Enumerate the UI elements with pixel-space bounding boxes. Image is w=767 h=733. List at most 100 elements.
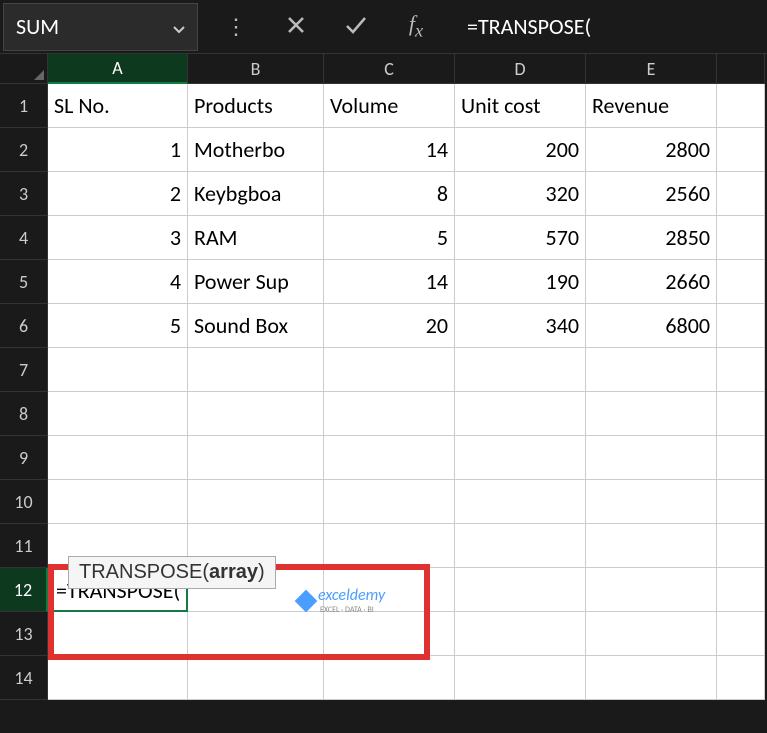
cell-E11[interactable]: [586, 524, 717, 568]
cell-C11[interactable]: [324, 524, 455, 568]
cell-A1[interactable]: SL No.: [48, 84, 188, 128]
cell-A3[interactable]: 2: [48, 172, 188, 216]
cell-C3[interactable]: 8: [324, 172, 455, 216]
cell-C4[interactable]: 5: [324, 216, 455, 260]
column-header-F[interactable]: [717, 54, 765, 84]
cell-A5[interactable]: 4: [48, 260, 188, 304]
cell-D11[interactable]: [455, 524, 586, 568]
row-header-4[interactable]: 4: [0, 216, 48, 260]
cell-E3[interactable]: 2560: [586, 172, 717, 216]
cell-C6[interactable]: 20: [324, 304, 455, 348]
row-header-1[interactable]: 1: [0, 84, 48, 128]
cell-B4[interactable]: RAM: [188, 216, 324, 260]
cell-F2[interactable]: [717, 128, 765, 172]
cell-C1[interactable]: Volume: [324, 84, 455, 128]
row-header-9[interactable]: 9: [0, 436, 48, 480]
enter-icon[interactable]: [341, 13, 371, 40]
cell-D8[interactable]: [455, 392, 586, 436]
cell-D10[interactable]: [455, 480, 586, 524]
cell-D14[interactable]: [455, 656, 586, 700]
column-header-C[interactable]: C: [324, 54, 455, 84]
cell-A7[interactable]: [48, 348, 188, 392]
row-header-5[interactable]: 5: [0, 260, 48, 304]
row-header-7[interactable]: 7: [0, 348, 48, 392]
column-header-B[interactable]: B: [188, 54, 324, 84]
cell-E10[interactable]: [586, 480, 717, 524]
cell-B13[interactable]: [188, 612, 324, 656]
cell-E8[interactable]: [586, 392, 717, 436]
cell-F3[interactable]: [717, 172, 765, 216]
cell-D4[interactable]: 570: [455, 216, 586, 260]
column-header-D[interactable]: D: [455, 54, 586, 84]
cell-B1[interactable]: Products: [188, 84, 324, 128]
cell-F11[interactable]: [717, 524, 765, 568]
cell-C10[interactable]: [324, 480, 455, 524]
cell-B10[interactable]: [188, 480, 324, 524]
cell-C7[interactable]: [324, 348, 455, 392]
row-header-2[interactable]: 2: [0, 128, 48, 172]
cell-F5[interactable]: [717, 260, 765, 304]
row-header-12[interactable]: 12: [0, 568, 48, 612]
cell-E1[interactable]: Revenue: [586, 84, 717, 128]
cell-C13[interactable]: [324, 612, 455, 656]
cell-E14[interactable]: [586, 656, 717, 700]
cell-A9[interactable]: [48, 436, 188, 480]
row-header-10[interactable]: 10: [0, 480, 48, 524]
cell-C9[interactable]: [324, 436, 455, 480]
cell-C5[interactable]: 14: [324, 260, 455, 304]
cell-B5[interactable]: Power Sup: [188, 260, 324, 304]
cell-B6[interactable]: Sound Box: [188, 304, 324, 348]
row-header-6[interactable]: 6: [0, 304, 48, 348]
cell-E2[interactable]: 2800: [586, 128, 717, 172]
cell-D3[interactable]: 320: [455, 172, 586, 216]
cell-A6[interactable]: 5: [48, 304, 188, 348]
cell-F8[interactable]: [717, 392, 765, 436]
row-header-3[interactable]: 3: [0, 172, 48, 216]
cell-D9[interactable]: [455, 436, 586, 480]
cell-F1[interactable]: [717, 84, 765, 128]
cell-F9[interactable]: [717, 436, 765, 480]
column-header-A[interactable]: A: [48, 54, 188, 84]
cell-D6[interactable]: 340: [455, 304, 586, 348]
cell-C14[interactable]: [324, 656, 455, 700]
fx-icon[interactable]: fx: [401, 11, 431, 41]
function-tooltip[interactable]: TRANSPOSE(array): [68, 556, 276, 589]
formula-bar-input[interactable]: =TRANSPOSE(: [451, 3, 767, 51]
row-header-13[interactable]: 13: [0, 612, 48, 656]
cell-E5[interactable]: 2660: [586, 260, 717, 304]
select-all-button[interactable]: [0, 54, 48, 84]
name-box[interactable]: SUM: [3, 3, 198, 51]
cell-B3[interactable]: Keybgboa: [188, 172, 324, 216]
cell-A10[interactable]: [48, 480, 188, 524]
cell-D13[interactable]: [455, 612, 586, 656]
cell-E7[interactable]: [586, 348, 717, 392]
cell-A14[interactable]: [48, 656, 188, 700]
cell-F12[interactable]: [717, 568, 765, 612]
cell-E9[interactable]: [586, 436, 717, 480]
cell-D2[interactable]: 200: [455, 128, 586, 172]
cell-E13[interactable]: [586, 612, 717, 656]
cell-D5[interactable]: 190: [455, 260, 586, 304]
cell-E12[interactable]: [586, 568, 717, 612]
cell-D12[interactable]: [455, 568, 586, 612]
cell-B9[interactable]: [188, 436, 324, 480]
cell-A8[interactable]: [48, 392, 188, 436]
column-header-E[interactable]: E: [586, 54, 717, 84]
cell-A13[interactable]: [48, 612, 188, 656]
cell-B2[interactable]: Motherbo: [188, 128, 324, 172]
cell-D7[interactable]: [455, 348, 586, 392]
cell-F4[interactable]: [717, 216, 765, 260]
row-header-8[interactable]: 8: [0, 392, 48, 436]
cell-B8[interactable]: [188, 392, 324, 436]
cell-B7[interactable]: [188, 348, 324, 392]
cell-D1[interactable]: Unit cost: [455, 84, 586, 128]
cell-A4[interactable]: 3: [48, 216, 188, 260]
cell-A2[interactable]: 1: [48, 128, 188, 172]
cell-C2[interactable]: 14: [324, 128, 455, 172]
row-header-11[interactable]: 11: [0, 524, 48, 568]
cell-F7[interactable]: [717, 348, 765, 392]
cell-E4[interactable]: 2850: [586, 216, 717, 260]
name-box-dropdown-icon[interactable]: [173, 13, 185, 40]
cell-E6[interactable]: 6800: [586, 304, 717, 348]
cell-F10[interactable]: [717, 480, 765, 524]
